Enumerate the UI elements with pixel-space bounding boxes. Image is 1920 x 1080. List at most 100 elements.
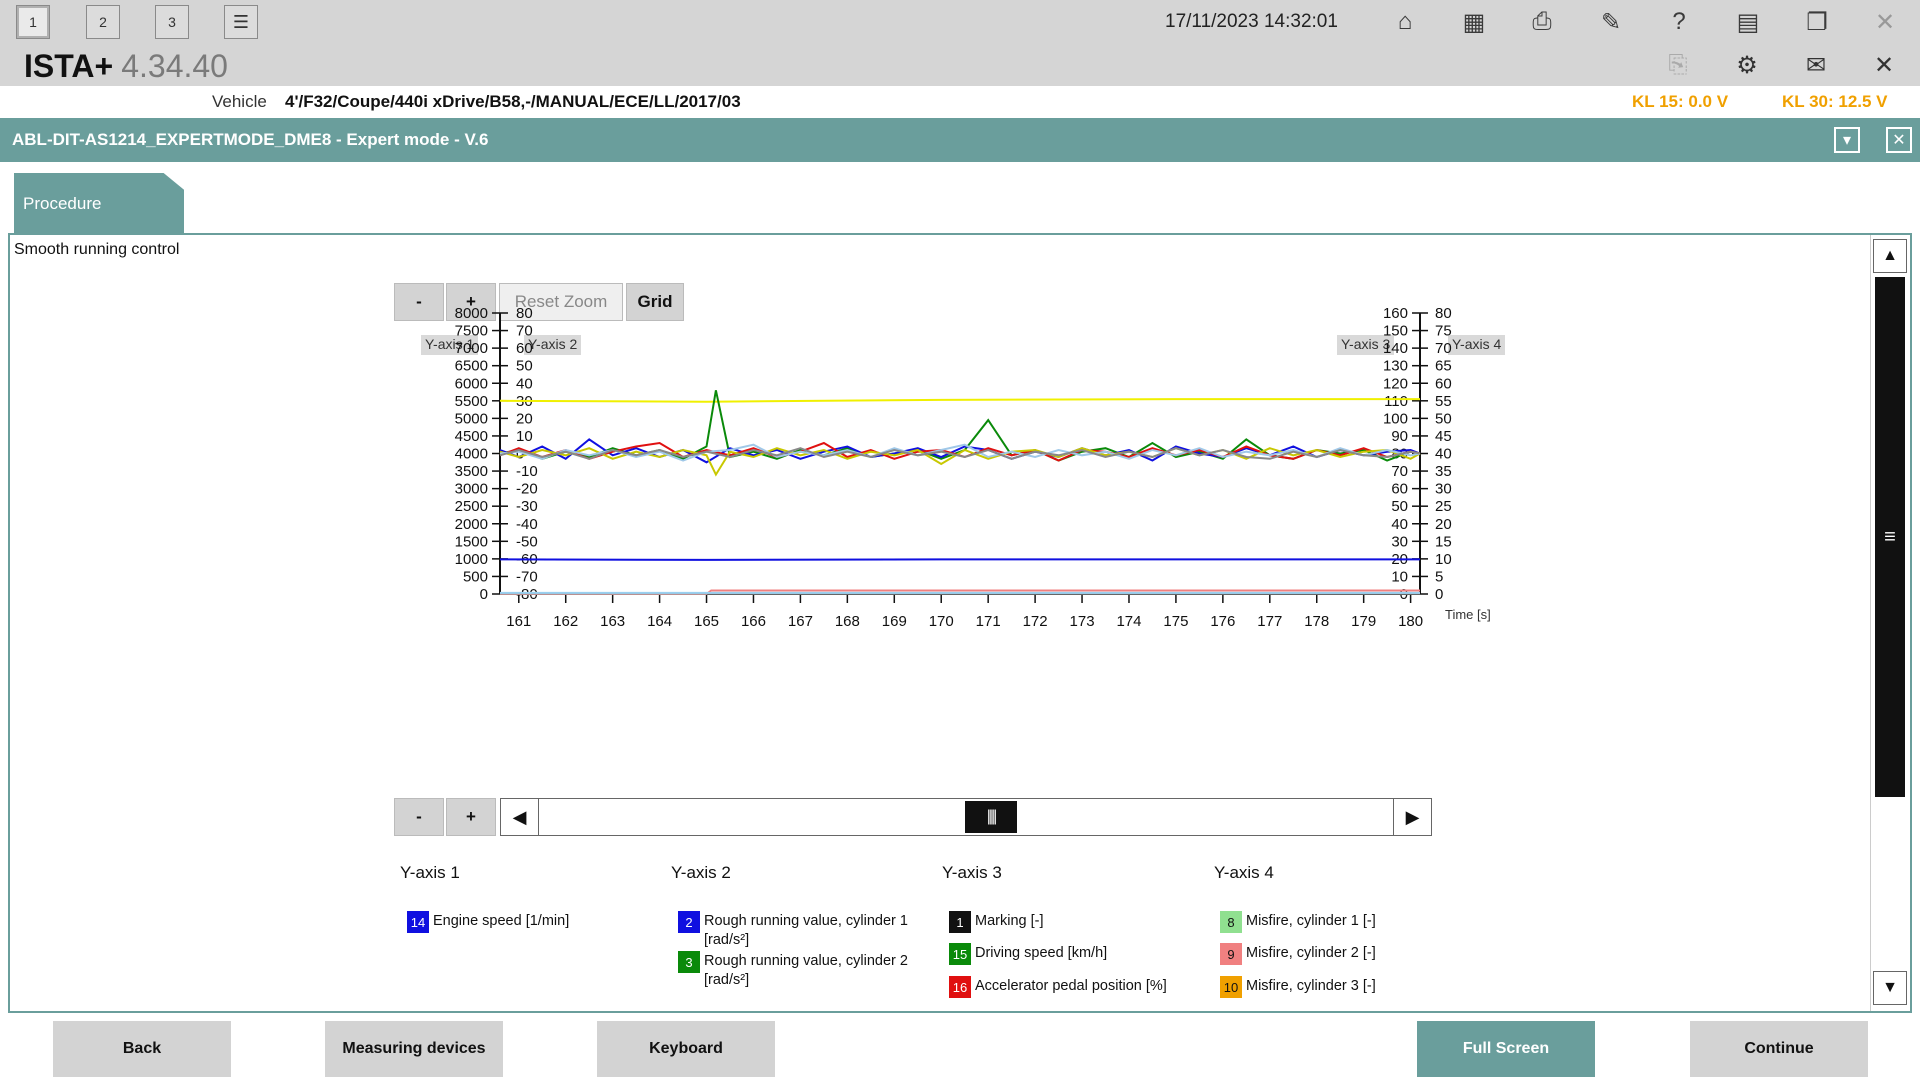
- procedure-header: ABL-DIT-AS1214_EXPERTMODE_DME8 - Expert …: [0, 118, 1920, 162]
- legend-label: Engine speed [1/min]: [433, 912, 569, 931]
- y4-tick-label: 10: [1435, 551, 1452, 568]
- window-list-icon[interactable]: ▤: [1730, 4, 1766, 40]
- restore-icon[interactable]: ❐: [1799, 4, 1835, 40]
- bottom-bar: Back Measuring devices Keyboard Full Scr…: [0, 1013, 1920, 1080]
- y3-tick-label: 70: [1391, 463, 1408, 480]
- y1-tick-label: 1000: [455, 551, 488, 568]
- legend-label: Driving speed [km/h]: [975, 944, 1107, 963]
- scroll-left-icon[interactable]: ◀: [501, 799, 539, 835]
- close-app-icon[interactable]: ✕: [1867, 4, 1903, 40]
- continue-button[interactable]: Continue: [1690, 1021, 1868, 1077]
- pan-zoom-out-button[interactable]: -: [394, 798, 444, 836]
- session-tab-1[interactable]: 1: [16, 5, 50, 39]
- legend-label-line: Accelerator pedal position [%]: [975, 978, 1167, 994]
- x-tick-label: 172: [1023, 613, 1048, 630]
- x-tick-label: 180: [1398, 613, 1423, 630]
- legend-label: Misfire, cylinder 3 [-]: [1246, 977, 1376, 996]
- y3-tick-label: 120: [1383, 375, 1408, 392]
- x-tick-label: 177: [1257, 613, 1282, 630]
- scroll-down-icon[interactable]: ▼: [1873, 971, 1907, 1005]
- y3-tick-label: 110: [1384, 393, 1408, 410]
- collapse-icon[interactable]: ▾: [1834, 127, 1860, 153]
- y3-tick-label: 140: [1383, 340, 1408, 357]
- legend-swatch: 15: [949, 943, 971, 965]
- legend-label: Misfire, cylinder 1 [-]: [1246, 912, 1376, 931]
- y2-tick-label: 80: [516, 305, 533, 322]
- y3-tick-label: 40: [1391, 516, 1408, 533]
- x-tick-label: 171: [976, 613, 1001, 630]
- time-scrollbar[interactable]: ◀ |||| ▶: [500, 798, 1432, 836]
- content-panel: Smooth running control - + Reset Zoom Gr…: [8, 233, 1912, 1013]
- y3-tick-label: 50: [1391, 498, 1408, 515]
- kl30-voltage: KL 30: 12.5 V: [1782, 92, 1888, 111]
- y3-tick-label: 130: [1383, 358, 1408, 375]
- x-tick-label: 165: [694, 613, 719, 630]
- tab-procedure[interactable]: Procedure: [14, 173, 184, 233]
- session-tab-2[interactable]: 2: [86, 5, 120, 39]
- legend-header-y1: Y-axis 1: [400, 863, 460, 882]
- scroll-right-icon[interactable]: ▶: [1393, 799, 1431, 835]
- y3-tick-label: 160: [1383, 305, 1408, 322]
- wrench-icon[interactable]: ✎: [1593, 4, 1629, 40]
- session-tab-3[interactable]: 3: [155, 5, 189, 39]
- y1-tick-label: 5000: [455, 410, 488, 427]
- scroll-thumb[interactable]: ||||: [965, 801, 1017, 833]
- back-button[interactable]: Back: [53, 1021, 231, 1077]
- legend-swatch: 14: [407, 911, 429, 933]
- legend-label: Marking [-]: [975, 912, 1044, 931]
- y1-tick-label: 4500: [455, 428, 488, 445]
- mail-icon[interactable]: ✉: [1799, 48, 1833, 82]
- x-tick-label: 162: [553, 613, 578, 630]
- x-tick-label: 178: [1304, 613, 1329, 630]
- x-tick-label: 174: [1116, 613, 1141, 630]
- x-tick-label: 173: [1070, 613, 1095, 630]
- y4-tick-label: 0: [1435, 586, 1443, 603]
- vehicle-info-icon[interactable]: ▦: [1456, 4, 1492, 40]
- y2-tick-label: -40: [516, 516, 538, 533]
- y4-tick-label: 35: [1435, 463, 1452, 480]
- x-tick-label: 175: [1163, 613, 1188, 630]
- x-tick-label: 167: [788, 613, 813, 630]
- series-line-1: [499, 398, 1420, 403]
- measuring-devices-button[interactable]: Measuring devices: [325, 1021, 503, 1077]
- legend-label-line: Misfire, cylinder 3 [-]: [1246, 978, 1376, 994]
- x-tick-label: 163: [600, 613, 625, 630]
- legend-label: Accelerator pedal position [%]: [975, 977, 1167, 996]
- legend-label-unit: [rad/s²]: [704, 932, 750, 948]
- x-tick-label: 179: [1351, 613, 1376, 630]
- line-chart: 8000 807500 707000 606500 506000 405500 305000…: [455, 305, 1491, 630]
- document-icon[interactable]: ⎘: [1661, 48, 1695, 82]
- help-icon[interactable]: ?: [1661, 4, 1697, 40]
- full-screen-button[interactable]: Full Screen: [1417, 1021, 1595, 1077]
- legend-label-line: Marking [-]: [975, 913, 1044, 929]
- y3-tick-label: 30: [1391, 533, 1408, 550]
- y1-tick-label: 6500: [455, 358, 488, 375]
- pan-zoom-in-button[interactable]: +: [446, 798, 496, 836]
- home-icon[interactable]: ⌂: [1387, 4, 1423, 40]
- vertical-scroll-thumb[interactable]: ≡: [1875, 277, 1905, 797]
- legend-swatch: 16: [949, 976, 971, 998]
- y2-tick-label: -70: [516, 568, 538, 585]
- list-icon[interactable]: ☰: [224, 5, 258, 39]
- legend-label-line: Rough running value, cylinder 2: [704, 953, 908, 969]
- y2-tick-label: -50: [516, 533, 538, 550]
- scroll-up-icon[interactable]: ▲: [1873, 239, 1907, 273]
- x-tick-label: 176: [1210, 613, 1235, 630]
- legend-swatch: 8: [1220, 911, 1242, 933]
- gear-icon[interactable]: ⚙: [1730, 48, 1764, 82]
- y4-tick-label: 45: [1435, 428, 1452, 445]
- y1-tick-label: 1500: [455, 533, 488, 550]
- legend-label: Rough running value, cylinder 1 [rad/s²]: [704, 912, 908, 950]
- y4-tick-label: 65: [1435, 358, 1452, 375]
- close-session-icon[interactable]: ✕: [1867, 48, 1901, 82]
- keyboard-button[interactable]: Keyboard: [597, 1021, 775, 1077]
- vertical-scrollbar[interactable]: ▲ ≡ ▼: [1870, 235, 1910, 1011]
- y4-tick-label: 15: [1435, 533, 1452, 550]
- y2-tick-label: 20: [516, 410, 533, 427]
- x-tick-label: 169: [882, 613, 907, 630]
- y1-tick-label: 7000: [455, 340, 488, 357]
- printer-icon[interactable]: ⎙: [1524, 4, 1560, 40]
- vehicle-value: 4'/F32/Coupe/440i xDrive/B58,-/MANUAL/EC…: [285, 92, 741, 111]
- legend-swatch: 3: [678, 951, 700, 973]
- close-panel-icon[interactable]: ✕: [1886, 127, 1912, 153]
